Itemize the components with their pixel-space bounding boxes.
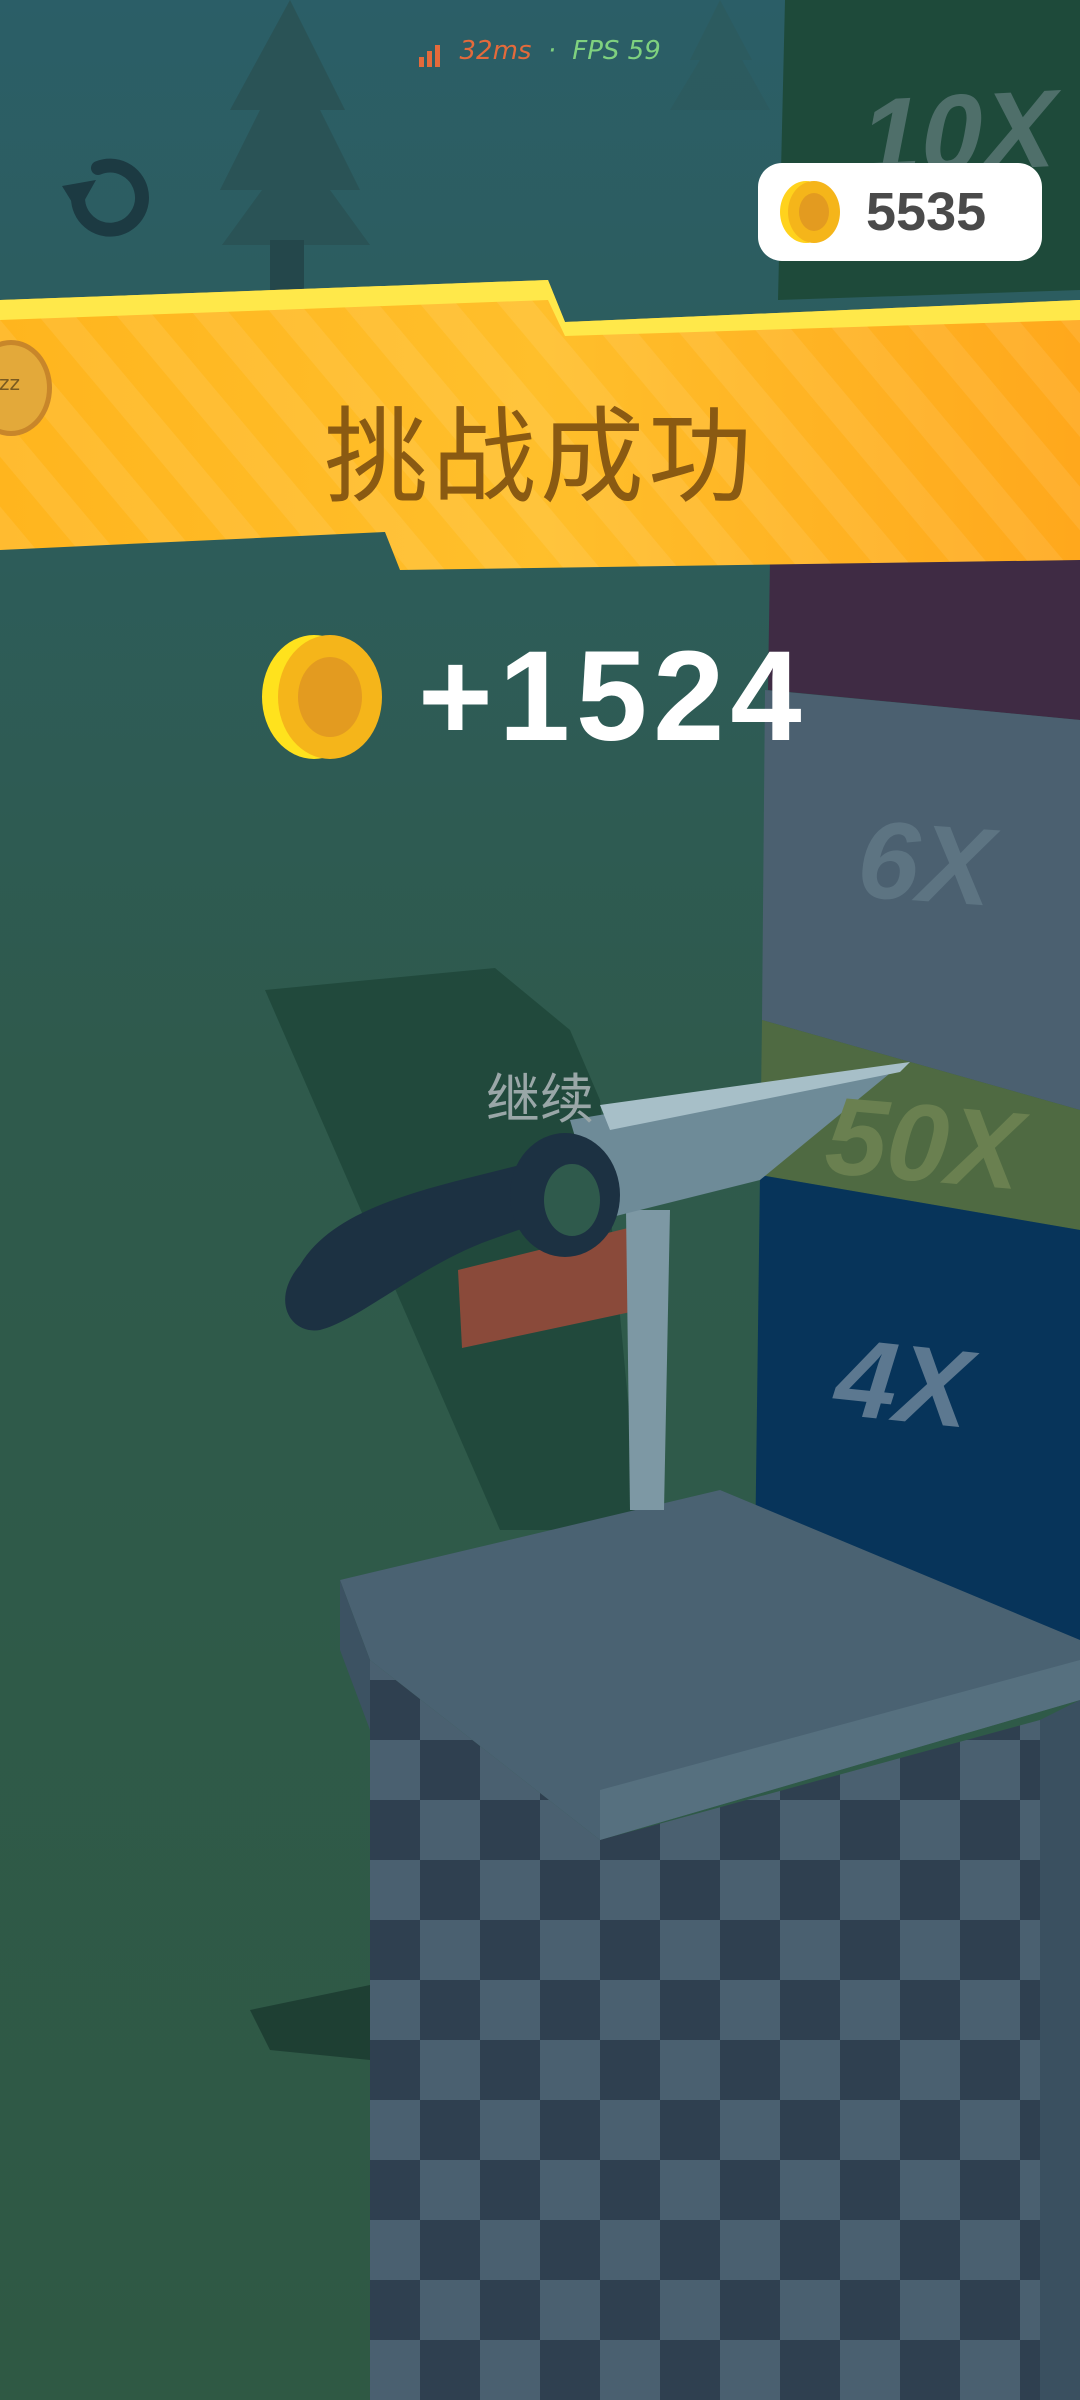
signal-icon [419,37,443,67]
restart-icon [62,158,149,237]
multiplier-label: 4X [829,1315,977,1452]
pedestal [340,1490,1080,2400]
result-title: 挑战成功 [323,396,756,518]
continue-button[interactable]: 继续 [440,1060,640,1140]
coin-icon [262,635,382,759]
multiplier-label: 50X [821,1073,1027,1214]
latency-text: 32ms [459,36,532,66]
reward-amount: +1524 [418,625,808,768]
multiplier-label: 6X [853,797,997,930]
coin-icon [780,181,840,243]
coin-total: 5535 [866,182,987,242]
perf-separator: · [547,36,556,66]
restart-button[interactable] [56,150,156,250]
coin-balance: 5535 [758,163,1042,261]
perf-indicator: 32ms · FPS 59 [0,36,1080,67]
fps-text: FPS 59 [572,36,661,66]
